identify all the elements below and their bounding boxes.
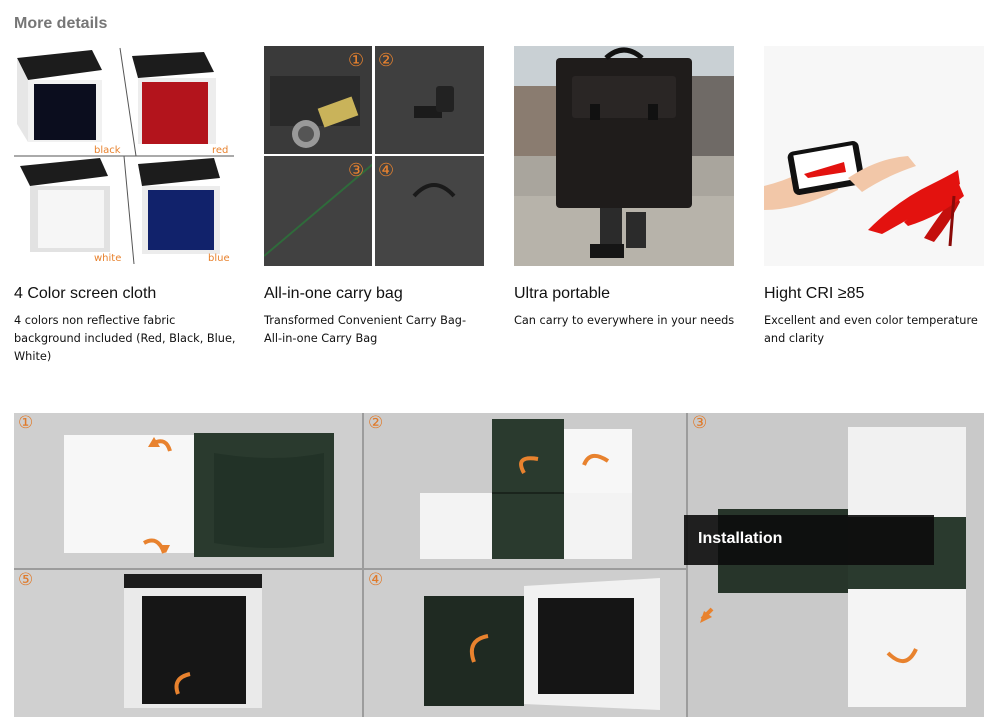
card-description: 4 colors non reflective fabric backgroun… bbox=[14, 314, 236, 363]
feature-card-carry-bag: ① ② ③ ④ All-in-one carry bag Transformed… bbox=[264, 46, 488, 345]
card-title: Ultra portable bbox=[514, 285, 611, 302]
card-description: Transformed Convenient Carry Bag- All-in… bbox=[264, 314, 467, 345]
installation-panel: ① ② ③ ⑤ ④ bbox=[14, 413, 984, 717]
installation-label: Installation bbox=[684, 515, 934, 565]
black-box bbox=[17, 50, 102, 142]
feature-card-cri: Hight CRI ≥85 Excellent and even color t… bbox=[764, 46, 988, 345]
card-title: All-in-one carry bag bbox=[264, 285, 403, 302]
blue-box bbox=[138, 158, 220, 254]
step-number: ① bbox=[18, 413, 34, 433]
screen-cloth-image: black red white blue bbox=[14, 46, 234, 266]
section-title: More details bbox=[14, 15, 108, 32]
step-number: ⑤ bbox=[18, 570, 34, 590]
step-label-1: ① bbox=[348, 50, 364, 71]
cri-image bbox=[764, 46, 984, 266]
install-step-3: ③ bbox=[688, 413, 984, 717]
step-number: ③ bbox=[692, 413, 708, 433]
card-description: Excellent and even color temperature and… bbox=[764, 314, 978, 345]
label-blue: blue bbox=[208, 253, 230, 264]
portable-image bbox=[514, 46, 734, 266]
feature-card-portable: Ultra portable Can carry to everywhere i… bbox=[514, 46, 738, 327]
install-step-2: ② bbox=[364, 413, 686, 568]
card-description: Can carry to everywhere in your needs bbox=[514, 314, 735, 327]
step-number: ② bbox=[368, 413, 384, 433]
step-label-4: ④ bbox=[378, 160, 394, 181]
label-white: white bbox=[94, 253, 121, 264]
label-black: black bbox=[94, 145, 121, 156]
feature-card-screen-cloth: black red white blue 4 Color screen clot… bbox=[14, 46, 238, 363]
step-label-2: ② bbox=[378, 50, 394, 71]
install-step-4: ④ bbox=[364, 570, 686, 717]
label-red: red bbox=[212, 145, 228, 156]
card-title: Hight CRI ≥85 bbox=[764, 285, 865, 302]
install-step-5: ⑤ bbox=[14, 570, 362, 717]
carry-bag-image: ① ② ③ ④ bbox=[264, 46, 484, 266]
step-number: ④ bbox=[368, 570, 384, 590]
red-box bbox=[132, 52, 216, 144]
white-box bbox=[20, 158, 110, 252]
install-step-1: ① bbox=[14, 413, 362, 568]
step-label-3: ③ bbox=[348, 160, 364, 181]
card-title: 4 Color screen cloth bbox=[14, 285, 157, 302]
